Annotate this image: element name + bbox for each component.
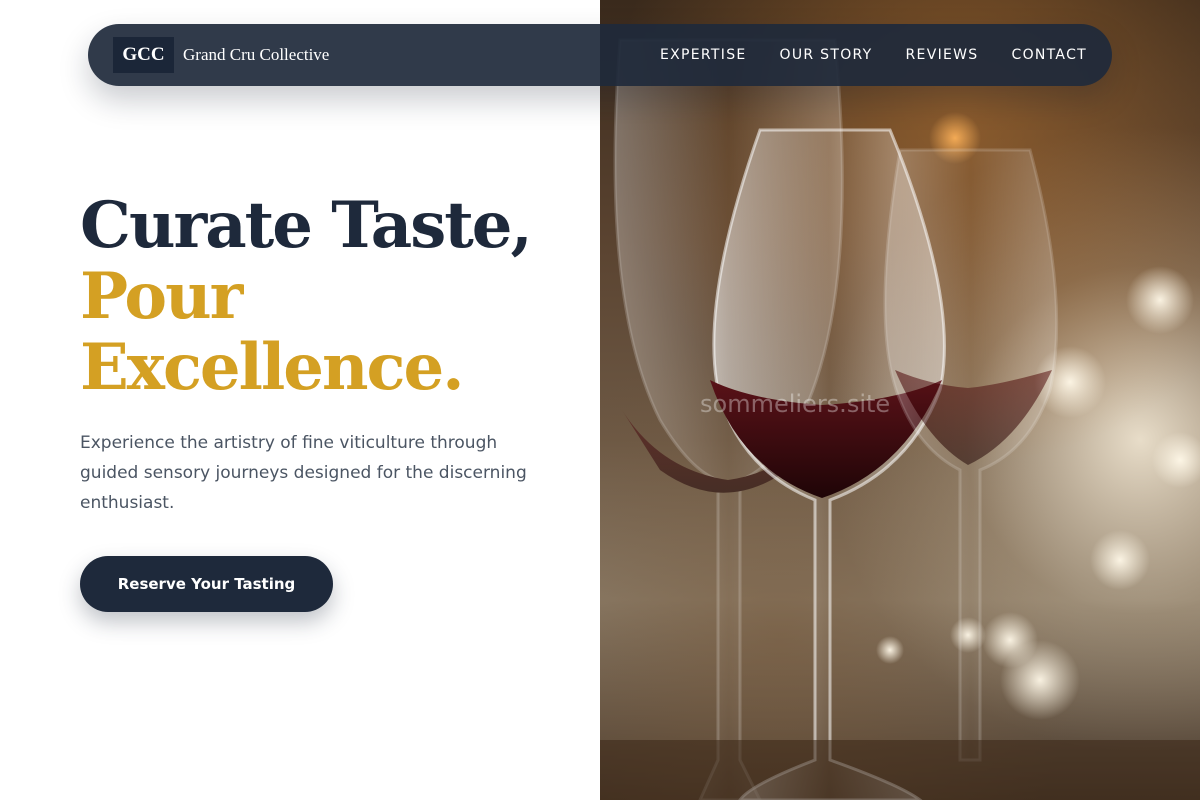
image-watermark: sommeliers.site	[700, 390, 891, 418]
nav-link-our-story[interactable]: OUR STORY	[780, 47, 873, 63]
nav-link-reviews[interactable]: REVIEWS	[906, 47, 979, 63]
landing-page: GCC Grand Cru Collective EXPERTISE OUR S…	[0, 0, 1200, 800]
reserve-tasting-button[interactable]: Reserve Your Tasting	[80, 556, 333, 612]
nav-link-expertise[interactable]: EXPERTISE	[660, 47, 747, 63]
nav-link-contact[interactable]: CONTACT	[1012, 47, 1088, 63]
top-navbar: GCC Grand Cru Collective EXPERTISE OUR S…	[88, 24, 1112, 86]
hero-subtitle: Experience the artistry of fine viticult…	[80, 433, 527, 513]
brand-logo-link[interactable]: GCC Grand Cru Collective	[113, 37, 329, 73]
hero-title-line-3: Excellence.	[80, 330, 464, 405]
wine-glasses-photo	[600, 0, 1200, 800]
nav-links: EXPERTISE OUR STORY REVIEWS CONTACT	[660, 47, 1087, 63]
brand-name: Grand Cru Collective	[183, 45, 330, 64]
brand-mark: GCC	[113, 37, 174, 73]
wine-glasses-illustration	[600, 38, 1200, 800]
hero-title: Curate Taste, Pour Excellence.	[80, 190, 580, 403]
hero-title-line-2: Pour	[80, 259, 243, 334]
hero-title-line-1: Curate Taste,	[80, 188, 533, 263]
